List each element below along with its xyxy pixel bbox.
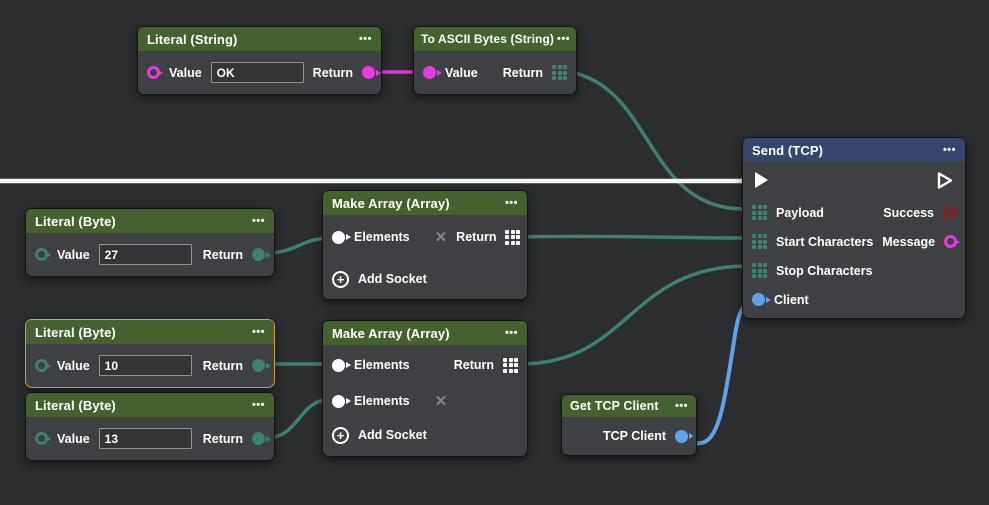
wire-ascii-to-payload[interactable]: [570, 72, 748, 209]
return-output-socket[interactable]: [362, 66, 375, 79]
message-output-socket[interactable]: [944, 235, 957, 248]
node-title: Get TCP Client: [570, 399, 659, 413]
client-input-socket[interactable]: [752, 293, 765, 306]
elements-input-socket[interactable]: [332, 231, 345, 244]
node-title: Make Array (Array): [332, 326, 450, 341]
value-input-socket[interactable]: [35, 432, 48, 445]
node-make-array-2[interactable]: Make Array (Array) ••• Elements Return E…: [322, 320, 528, 457]
return-label: Return: [456, 230, 496, 244]
node-send-tcp[interactable]: Send (TCP) ••• Payload Success Start Cha…: [742, 137, 966, 319]
flow-in-socket[interactable]: [754, 171, 770, 189]
return-label: Return: [503, 66, 543, 80]
value-field[interactable]: [99, 428, 192, 449]
node-title: Literal (String): [147, 32, 237, 47]
tcp-client-label: TCP Client: [603, 429, 666, 443]
value-label: Value: [57, 248, 90, 262]
message-label: Message: [882, 235, 935, 249]
menu-dots-icon[interactable]: •••: [505, 197, 518, 209]
value-field[interactable]: [99, 244, 192, 265]
return-label: Return: [454, 358, 494, 372]
start-characters-label: Start Characters: [776, 235, 873, 249]
value-input-socket[interactable]: [35, 359, 48, 372]
flow-out-socket[interactable]: [937, 171, 954, 190]
return-label: Return: [203, 432, 243, 446]
wire-array1-to-startchars[interactable]: [520, 236, 748, 238]
success-output-socket[interactable]: [943, 206, 956, 219]
return-output-socket[interactable]: [252, 359, 265, 372]
value-label: Value: [57, 432, 90, 446]
start-characters-array-socket[interactable]: [752, 234, 767, 249]
tcp-client-output-socket[interactable]: [675, 430, 688, 443]
stop-characters-array-socket[interactable]: [752, 263, 767, 278]
menu-dots-icon[interactable]: •••: [252, 326, 265, 338]
client-label: Client: [774, 293, 809, 307]
node-header[interactable]: Literal (Byte) •••: [26, 393, 274, 417]
value-input-socket[interactable]: [35, 248, 48, 261]
node-literal-byte-10[interactable]: Literal (Byte) ••• Value Return: [25, 319, 275, 388]
node-header[interactable]: Make Array (Array) •••: [323, 321, 527, 345]
node-title: To ASCII Bytes (String): [421, 32, 554, 46]
return-output-socket[interactable]: [252, 248, 265, 261]
value-input-socket[interactable]: [423, 66, 436, 79]
payload-label: Payload: [776, 206, 824, 220]
return-label: Return: [203, 359, 243, 373]
add-socket-label: Add Socket: [358, 428, 427, 442]
payload-array-socket[interactable]: [752, 205, 767, 220]
add-socket-icon[interactable]: +: [332, 427, 349, 444]
node-title: Literal (Byte): [35, 398, 116, 413]
elements-label: Elements: [354, 230, 410, 244]
value-field[interactable]: [99, 355, 192, 376]
return-label: Return: [313, 66, 353, 80]
menu-dots-icon[interactable]: •••: [252, 215, 265, 227]
success-label: Success: [883, 206, 934, 220]
add-socket-label: Add Socket: [358, 272, 427, 286]
elements-label: Elements: [354, 394, 410, 408]
value-input-socket[interactable]: [147, 66, 160, 79]
return-array-socket[interactable]: [552, 65, 567, 80]
node-header[interactable]: Literal (Byte) •••: [26, 320, 274, 344]
value-field[interactable]: [211, 62, 304, 83]
value-label: Value: [57, 359, 90, 373]
node-to-ascii-bytes[interactable]: To ASCII Bytes (String) ••• Value Return: [413, 26, 577, 95]
node-title: Literal (Byte): [35, 325, 116, 340]
node-title: Literal (Byte): [35, 214, 116, 229]
return-array-socket[interactable]: [505, 230, 520, 245]
wire-array2-to-stopchars[interactable]: [520, 266, 748, 364]
elements-input-socket[interactable]: [332, 359, 345, 372]
node-header[interactable]: Get TCP Client •••: [562, 395, 696, 417]
value-label: Value: [445, 66, 478, 80]
stop-characters-label: Stop Characters: [776, 264, 873, 278]
elements-label: Elements: [354, 358, 410, 372]
delete-socket-icon[interactable]: ✕: [435, 394, 448, 409]
node-editor-canvas[interactable]: { "colors": { "background": "#2c2d2e", "…: [0, 0, 989, 505]
menu-dots-icon[interactable]: •••: [252, 399, 265, 411]
delete-socket-icon[interactable]: ✕: [435, 230, 448, 245]
node-title: Make Array (Array): [332, 196, 450, 211]
node-literal-byte-27[interactable]: Literal (Byte) ••• Value Return: [25, 208, 275, 277]
return-output-socket[interactable]: [252, 432, 265, 445]
value-label: Value: [169, 66, 202, 80]
node-literal-string[interactable]: Literal (String) ••• Value Return: [137, 26, 382, 95]
node-header[interactable]: Send (TCP) •••: [743, 138, 965, 162]
node-header[interactable]: Literal (Byte) •••: [26, 209, 274, 233]
node-literal-byte-13[interactable]: Literal (Byte) ••• Value Return: [25, 392, 275, 461]
node-make-array-1[interactable]: Make Array (Array) ••• Elements ✕ Return…: [322, 190, 528, 300]
menu-dots-icon[interactable]: •••: [943, 144, 956, 156]
return-label: Return: [203, 248, 243, 262]
menu-dots-icon[interactable]: •••: [359, 33, 372, 45]
node-title: Send (TCP): [752, 143, 823, 158]
node-header[interactable]: Make Array (Array) •••: [323, 191, 527, 215]
menu-dots-icon[interactable]: •••: [505, 327, 518, 339]
return-array-socket[interactable]: [503, 358, 518, 373]
node-header[interactable]: To ASCII Bytes (String) •••: [414, 27, 576, 51]
menu-dots-icon[interactable]: •••: [557, 33, 570, 45]
node-header[interactable]: Literal (String) •••: [138, 27, 381, 51]
add-socket-icon[interactable]: +: [332, 271, 349, 288]
menu-dots-icon[interactable]: •••: [675, 400, 688, 412]
elements-input-socket[interactable]: [332, 395, 345, 408]
node-get-tcp-client[interactable]: Get TCP Client ••• TCP Client: [561, 394, 697, 456]
